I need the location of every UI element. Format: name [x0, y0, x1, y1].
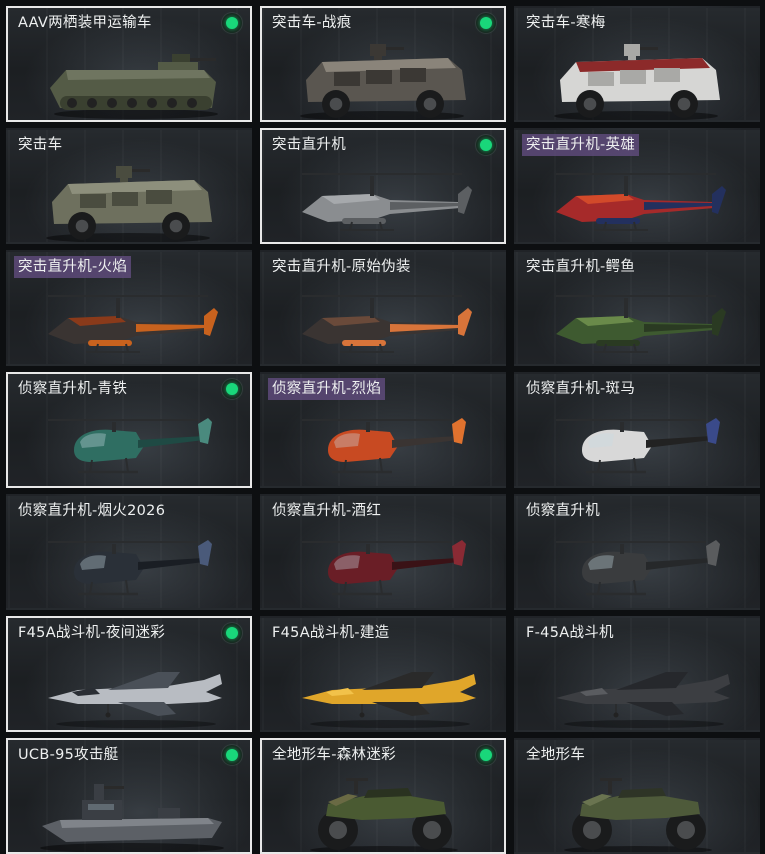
vehicle-skin-name: 突击车-战痕: [272, 15, 352, 31]
scout-heli-icon: [302, 540, 466, 596]
vehicle-skin-card[interactable]: 突击直升机-原始伪装: [260, 250, 506, 366]
vehicle-skin-card[interactable]: 突击直升机-火焰: [6, 250, 252, 366]
vehicle-skin-card[interactable]: 侦察直升机-烟火2026: [6, 494, 252, 610]
attack-heli-icon: [302, 295, 472, 353]
attack-heli-icon: [48, 295, 218, 353]
boat-icon: [40, 784, 224, 852]
scout-heli-icon: [48, 418, 212, 474]
scout-heli-icon: [302, 418, 466, 474]
vehicle-skin-card[interactable]: 侦察直升机-酒红: [260, 494, 506, 610]
attack-heli-icon: [556, 173, 726, 231]
vehicle-skin-name: 突击直升机: [272, 137, 346, 153]
vehicle-skin-name: 侦察直升机-青铁: [18, 381, 128, 397]
vehicle-skin-card[interactable]: 突击直升机-鳄鱼: [514, 250, 760, 366]
vehicle-skin-name: 突击直升机-火焰: [14, 256, 132, 278]
jet-icon: [302, 672, 476, 728]
atv-icon: [310, 778, 458, 852]
vehicle-skin-grid: AAV两栖装甲运输车 突击车-战痕 突击车-寒梅 突击车 突击直升机 突击直升机…: [6, 6, 761, 854]
aav-icon: [50, 54, 218, 119]
vehicle-skin-card[interactable]: 侦察直升机-烈焰: [260, 372, 506, 488]
vehicle-skin-name: F45A战斗机-建造: [272, 625, 390, 641]
jet-icon: [556, 672, 730, 728]
vehicle-skin-name: 侦察直升机-酒红: [272, 503, 382, 519]
vehicle-skin-name: UCB-95攻击艇: [18, 747, 119, 763]
vehicle-skin-name: 突击直升机-鳄鱼: [526, 259, 636, 275]
vehicle-skin-name: 全地形车-森林迷彩: [272, 747, 396, 763]
atv-icon: [564, 778, 712, 852]
jet-icon: [48, 672, 222, 728]
armored-car-icon: [300, 44, 466, 120]
vehicle-skin-name: 侦察直升机-烟火2026: [18, 503, 166, 519]
vehicle-skin-card[interactable]: 突击直升机-英雄: [514, 128, 760, 244]
scout-heli-icon: [48, 540, 212, 596]
armored-car-icon: [554, 44, 720, 120]
vehicle-skin-name: F-45A战斗机: [526, 625, 614, 641]
vehicle-skin-card[interactable]: 突击车: [6, 128, 252, 244]
vehicle-skin-name: 侦察直升机-烈焰: [268, 378, 386, 400]
vehicle-skin-card[interactable]: 突击车-寒梅: [514, 6, 760, 122]
vehicle-skin-card[interactable]: 侦察直升机-青铁: [6, 372, 252, 488]
vehicle-skin-name: 突击直升机-原始伪装: [272, 259, 411, 275]
attack-heli-icon: [302, 173, 472, 231]
scout-heli-icon: [556, 540, 720, 596]
equipped-status-icon: [476, 745, 496, 765]
vehicle-skin-name: 侦察直升机: [526, 503, 600, 519]
attack-heli-icon: [556, 295, 726, 353]
armored-car-icon: [46, 166, 212, 242]
vehicle-skin-name: AAV两栖装甲运输车: [18, 15, 152, 31]
vehicle-skin-card[interactable]: F-45A战斗机: [514, 616, 760, 732]
vehicle-skin-name: 全地形车: [526, 747, 586, 763]
vehicle-skin-card[interactable]: F45A战斗机-夜间迷彩: [6, 616, 252, 732]
vehicle-skin-card[interactable]: 全地形车: [514, 738, 760, 854]
vehicle-skin-name: 突击车: [18, 137, 63, 153]
vehicle-skin-name: 突击直升机-英雄: [522, 134, 640, 156]
equipped-status-icon: [222, 623, 242, 643]
scout-heli-icon: [556, 418, 720, 474]
vehicle-skin-card[interactable]: F45A战斗机-建造: [260, 616, 506, 732]
vehicle-skin-name: F45A战斗机-夜间迷彩: [18, 625, 166, 641]
equipped-status-icon: [222, 379, 242, 399]
equipped-status-icon: [222, 13, 242, 33]
vehicle-skin-card[interactable]: 侦察直升机: [514, 494, 760, 610]
vehicle-skin-card[interactable]: AAV两栖装甲运输车: [6, 6, 252, 122]
equipped-status-icon: [476, 13, 496, 33]
equipped-status-icon: [222, 745, 242, 765]
vehicle-skin-card[interactable]: 侦察直升机-斑马: [514, 372, 760, 488]
equipped-status-icon: [476, 135, 496, 155]
vehicle-skin-name: 侦察直升机-斑马: [526, 381, 636, 397]
vehicle-skin-card[interactable]: 突击车-战痕: [260, 6, 506, 122]
vehicle-skin-name: 突击车-寒梅: [526, 15, 606, 31]
vehicle-skin-card[interactable]: 全地形车-森林迷彩: [260, 738, 506, 854]
vehicle-skin-card[interactable]: UCB-95攻击艇: [6, 738, 252, 854]
vehicle-skin-card[interactable]: 突击直升机: [260, 128, 506, 244]
